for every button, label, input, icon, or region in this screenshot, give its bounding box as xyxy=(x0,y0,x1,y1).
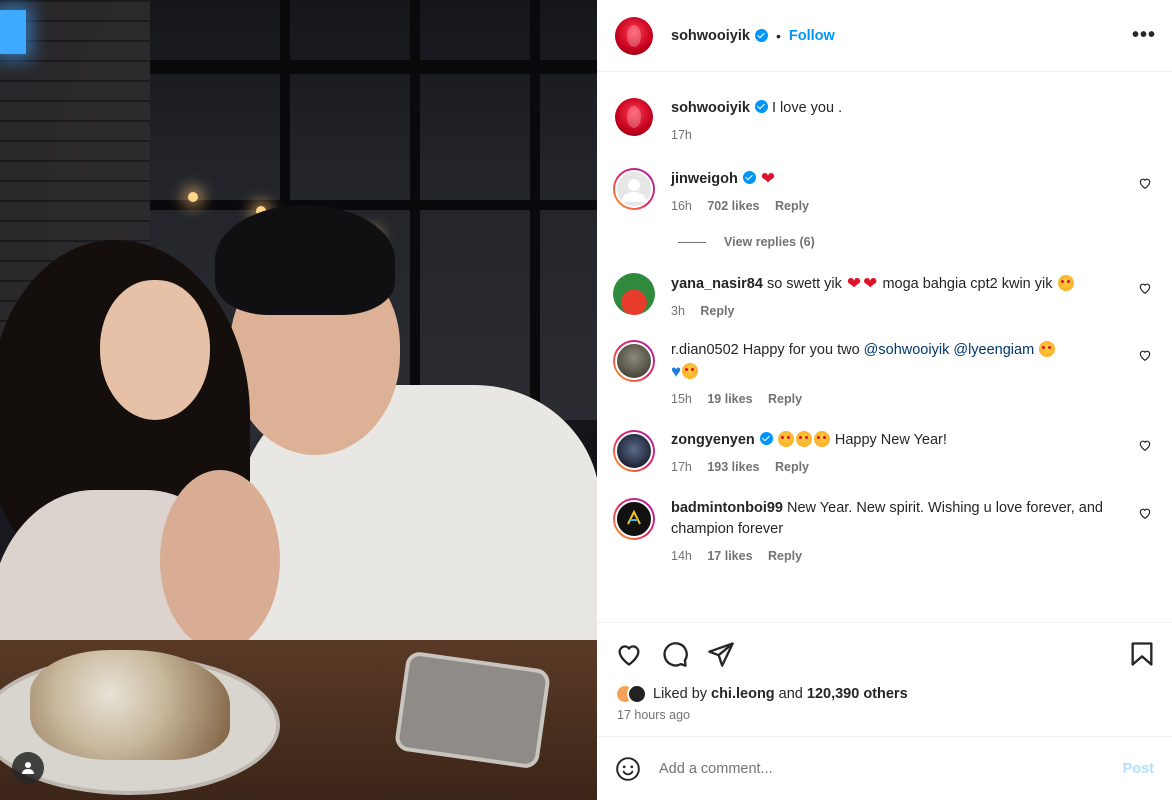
comment-item: yana_nasir84 so swett yik ❤ ❤ moga bahgia… xyxy=(613,273,1156,322)
post-photo xyxy=(0,0,597,800)
comment-time: 3h xyxy=(671,304,685,318)
reply-button[interactable]: Reply xyxy=(768,392,802,406)
likes-middle: and xyxy=(778,686,803,702)
verified-icon xyxy=(742,171,756,184)
star-eyes-emoji xyxy=(777,431,794,447)
emoji-icon[interactable] xyxy=(615,756,641,782)
commenter-username[interactable]: yana_nasir84 xyxy=(671,276,763,292)
reply-button[interactable]: Reply xyxy=(775,199,809,213)
comment-input[interactable] xyxy=(659,760,1123,777)
comment-item: badmintonboi99 New Year. New spirit. Wis… xyxy=(613,498,1156,567)
mention-link[interactable]: @sohwooiyik xyxy=(864,342,950,358)
comment-text: so swett yik xyxy=(766,276,842,292)
commenter-avatar[interactable] xyxy=(613,340,655,382)
liker-avatar xyxy=(627,684,647,704)
view-replies-button[interactable]: View replies (6) xyxy=(678,235,1156,249)
add-comment-bar: Post xyxy=(597,736,1172,800)
reply-button[interactable]: Reply xyxy=(775,460,809,474)
commenter-avatar[interactable] xyxy=(613,498,655,540)
likes-count[interactable]: 120,390 others xyxy=(807,686,908,702)
like-comment-icon[interactable] xyxy=(1138,348,1152,362)
star-eyes-emoji xyxy=(813,431,830,447)
action-bar xyxy=(597,622,1172,684)
comment-likes[interactable]: 702 likes xyxy=(707,199,759,213)
post-comment-button[interactable]: Post xyxy=(1123,761,1154,777)
mention-link[interactable]: @lyeengiam xyxy=(953,342,1034,358)
blue-heart-emoji: ♥ xyxy=(671,362,682,381)
author-username[interactable]: sohwooiyik xyxy=(671,28,750,44)
comment-text: Happy for you two xyxy=(742,342,860,358)
comment-item: zongyenyen Happy New Year! 17h 193 likes… xyxy=(613,430,1156,478)
replies-line xyxy=(678,241,706,243)
like-comment-icon[interactable] xyxy=(1138,281,1152,295)
author-avatar[interactable] xyxy=(615,16,653,55)
red-heart-emoji: ❤ xyxy=(760,169,776,188)
comment-likes[interactable]: 19 likes xyxy=(707,392,752,406)
like-comment-icon[interactable] xyxy=(1138,176,1152,190)
star-eyes-emoji xyxy=(795,431,812,447)
verified-icon xyxy=(754,29,768,42)
star-eyes-emoji xyxy=(682,363,699,379)
more-options-icon[interactable]: ••• xyxy=(1132,24,1156,47)
comment-item: r.dian0502 Happy for you two @sohwooiyik… xyxy=(613,340,1156,410)
red-heart-emoji: ❤ xyxy=(863,274,878,293)
commenter-avatar[interactable] xyxy=(613,430,655,472)
commenter-avatar[interactable] xyxy=(613,168,655,210)
star-eyes-emoji xyxy=(1057,275,1074,291)
comment-likes[interactable]: 193 likes xyxy=(707,460,759,474)
separator-dot: • xyxy=(775,27,781,44)
comment-likes[interactable]: 17 likes xyxy=(707,549,752,563)
caption: sohwooiyik I love you . 17h xyxy=(613,98,1156,146)
post-time: 17 hours ago xyxy=(617,708,690,722)
view-replies-label: View replies (6) xyxy=(724,235,815,249)
verified-icon xyxy=(754,100,768,113)
like-comment-icon[interactable] xyxy=(1138,506,1152,520)
reply-button[interactable]: Reply xyxy=(700,304,734,318)
bookmark-icon[interactable] xyxy=(1128,640,1156,668)
follow-button[interactable]: Follow xyxy=(789,28,835,44)
verified-icon xyxy=(759,432,773,445)
photo-blue-light xyxy=(0,10,26,54)
red-heart-emoji: ❤ xyxy=(846,274,862,293)
caption-avatar[interactable] xyxy=(613,98,655,140)
photo-phone xyxy=(393,650,552,770)
post-header: sohwooiyik • Follow ••• xyxy=(597,0,1172,72)
hearts-face-emoji xyxy=(1039,341,1056,357)
liker-username[interactable]: chi.leong xyxy=(711,686,775,702)
like-comment-icon[interactable] xyxy=(1138,438,1152,452)
comment-time: 14h xyxy=(671,549,692,563)
post-panel: sohwooiyik • Follow ••• sohwooiyik I lov… xyxy=(597,0,1172,800)
comment-time: 15h xyxy=(671,392,692,406)
caption-time: 17h xyxy=(671,128,692,142)
comment-item: jinweigoh ❤ 16h 702 likes Reply xyxy=(613,168,1156,217)
likes-prefix: Liked by xyxy=(653,686,708,702)
reply-button[interactable]: Reply xyxy=(768,549,802,563)
commenter-avatar[interactable] xyxy=(613,273,655,315)
comment-time: 16h xyxy=(671,199,692,213)
heart-icon[interactable] xyxy=(615,640,643,668)
comment-text: Happy New Year! xyxy=(834,432,947,448)
commenter-username[interactable]: badmintonboi99 xyxy=(671,500,783,516)
user-tag-icon[interactable] xyxy=(12,752,44,784)
commenter-username[interactable]: r.dian0502 xyxy=(671,342,739,358)
comments-list: sohwooiyik I love you . 17h jinweigoh ❤ … xyxy=(597,72,1172,622)
share-icon[interactable] xyxy=(707,640,735,668)
likes-summary: Liked by chi.leong and 120,390 others xyxy=(597,684,1172,704)
comment-text: moga bahgia cpt2 kwin yik xyxy=(882,276,1053,292)
commenter-username[interactable]: zongyenyen xyxy=(671,432,755,448)
comment-time: 17h xyxy=(671,460,692,474)
comment-icon[interactable] xyxy=(661,640,689,668)
caption-username[interactable]: sohwooiyik xyxy=(671,100,750,116)
caption-text: I love you . xyxy=(772,100,843,116)
commenter-username[interactable]: jinweigoh xyxy=(671,171,738,187)
photo-dessert xyxy=(30,650,230,760)
